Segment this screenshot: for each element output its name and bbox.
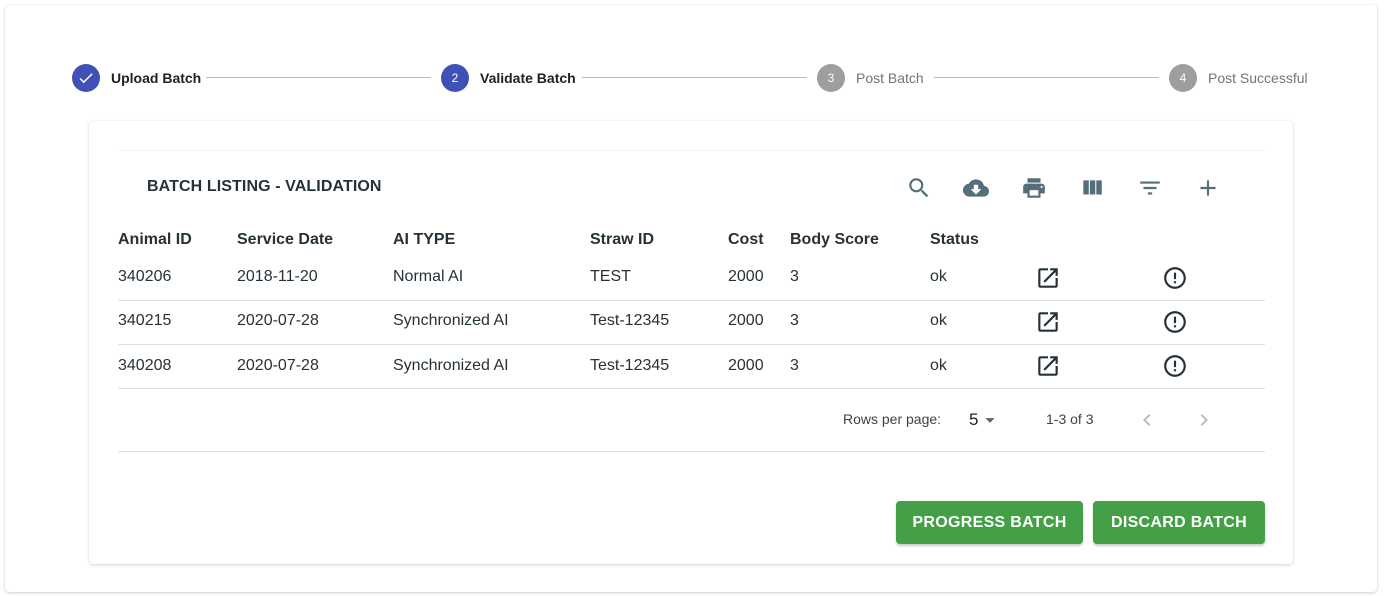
column-header-body-score[interactable]: Body Score xyxy=(790,231,879,249)
view-column-icon[interactable] xyxy=(1078,174,1106,202)
cell-straw-id: TEST xyxy=(590,268,631,285)
error-outline-icon[interactable] xyxy=(1161,352,1189,380)
progress-batch-button[interactable]: PROGRESS BATCH xyxy=(896,501,1083,544)
step-validate-batch[interactable]: 2 Validate Batch xyxy=(441,63,576,93)
cell-cost: 2000 xyxy=(728,312,764,329)
step-connector xyxy=(206,77,431,78)
row-divider xyxy=(118,300,1265,301)
cell-animal-id: 340206 xyxy=(118,268,172,285)
filter-list-icon[interactable] xyxy=(1136,174,1164,202)
cell-cost: 2000 xyxy=(728,268,764,285)
cell-straw-id: Test-12345 xyxy=(590,357,670,374)
cell-body-score: 3 xyxy=(790,312,799,329)
check-icon xyxy=(72,64,100,92)
chevron-left-icon xyxy=(1143,414,1151,426)
step-label: Post Successful xyxy=(1208,70,1308,86)
step-post-successful[interactable]: 4 Post Successful xyxy=(1169,63,1308,93)
open-in-new-icon[interactable] xyxy=(1034,352,1062,380)
cell-service-date: 2018-11-20 xyxy=(237,268,318,285)
cell-ai-type: Normal AI xyxy=(393,268,464,285)
step-post-batch[interactable]: 3 Post Batch xyxy=(817,63,924,93)
column-header-status[interactable]: Status xyxy=(930,231,979,249)
step-label: Upload Batch xyxy=(111,70,202,86)
pagination-range: 1-3 of 3 xyxy=(1046,411,1094,427)
chevron-right-icon xyxy=(1200,414,1208,426)
error-outline-icon[interactable] xyxy=(1161,308,1189,336)
print-icon[interactable] xyxy=(1020,174,1048,202)
error-outline-icon[interactable] xyxy=(1161,264,1189,292)
table-title: BATCH LISTING - VALIDATION xyxy=(147,178,382,195)
cell-animal-id: 340208 xyxy=(118,357,172,374)
discard-batch-button[interactable]: DISCARD BATCH xyxy=(1093,501,1265,544)
column-header-animal-id[interactable]: Animal ID xyxy=(118,231,192,249)
step-upload-batch[interactable]: Upload Batch xyxy=(72,63,201,93)
row-divider xyxy=(118,344,1265,345)
step-connector xyxy=(934,77,1159,78)
rows-per-page-value: 5 xyxy=(969,410,979,429)
rows-per-page-label: Rows per page: xyxy=(843,411,942,427)
step-label: Post Batch xyxy=(856,70,924,86)
rows-per-page-select[interactable]: 5 xyxy=(969,409,1005,431)
open-in-new-icon[interactable] xyxy=(1034,264,1062,292)
column-header-ai-type[interactable]: AI TYPE xyxy=(393,231,455,249)
step-number: 4 xyxy=(1169,64,1197,92)
step-number: 2 xyxy=(441,64,469,92)
cell-service-date: 2020-07-28 xyxy=(237,312,319,329)
next-page-button[interactable] xyxy=(1191,407,1217,433)
cell-status: ok xyxy=(930,312,947,329)
column-header-cost[interactable]: Cost xyxy=(728,231,764,249)
column-header-straw-id[interactable]: Straw ID xyxy=(590,231,654,249)
cell-body-score: 3 xyxy=(790,268,799,285)
cell-body-score: 3 xyxy=(790,357,799,374)
stepper: Upload Batch 2 Validate Batch 3 Post Bat… xyxy=(72,63,1312,93)
cell-ai-type: Synchronized AI xyxy=(393,357,509,374)
column-header-service-date[interactable]: Service Date xyxy=(237,231,333,249)
cell-ai-type: Synchronized AI xyxy=(393,312,509,329)
add-icon[interactable] xyxy=(1194,174,1222,202)
cell-cost: 2000 xyxy=(728,357,764,374)
cell-animal-id: 340215 xyxy=(118,312,172,329)
cell-straw-id: Test-12345 xyxy=(590,312,670,329)
step-number: 3 xyxy=(817,64,845,92)
step-connector xyxy=(582,77,807,78)
arrow-drop-down-icon xyxy=(985,418,996,423)
search-icon[interactable] xyxy=(905,174,933,202)
row-divider xyxy=(118,388,1265,389)
cell-status: ok xyxy=(930,357,947,374)
cell-service-date: 2020-07-28 xyxy=(237,357,319,374)
previous-page-button[interactable] xyxy=(1134,407,1160,433)
cloud-download-icon[interactable] xyxy=(962,174,990,202)
open-in-new-icon[interactable] xyxy=(1034,308,1062,336)
cell-status: ok xyxy=(930,268,947,285)
step-label: Validate Batch xyxy=(480,70,576,86)
